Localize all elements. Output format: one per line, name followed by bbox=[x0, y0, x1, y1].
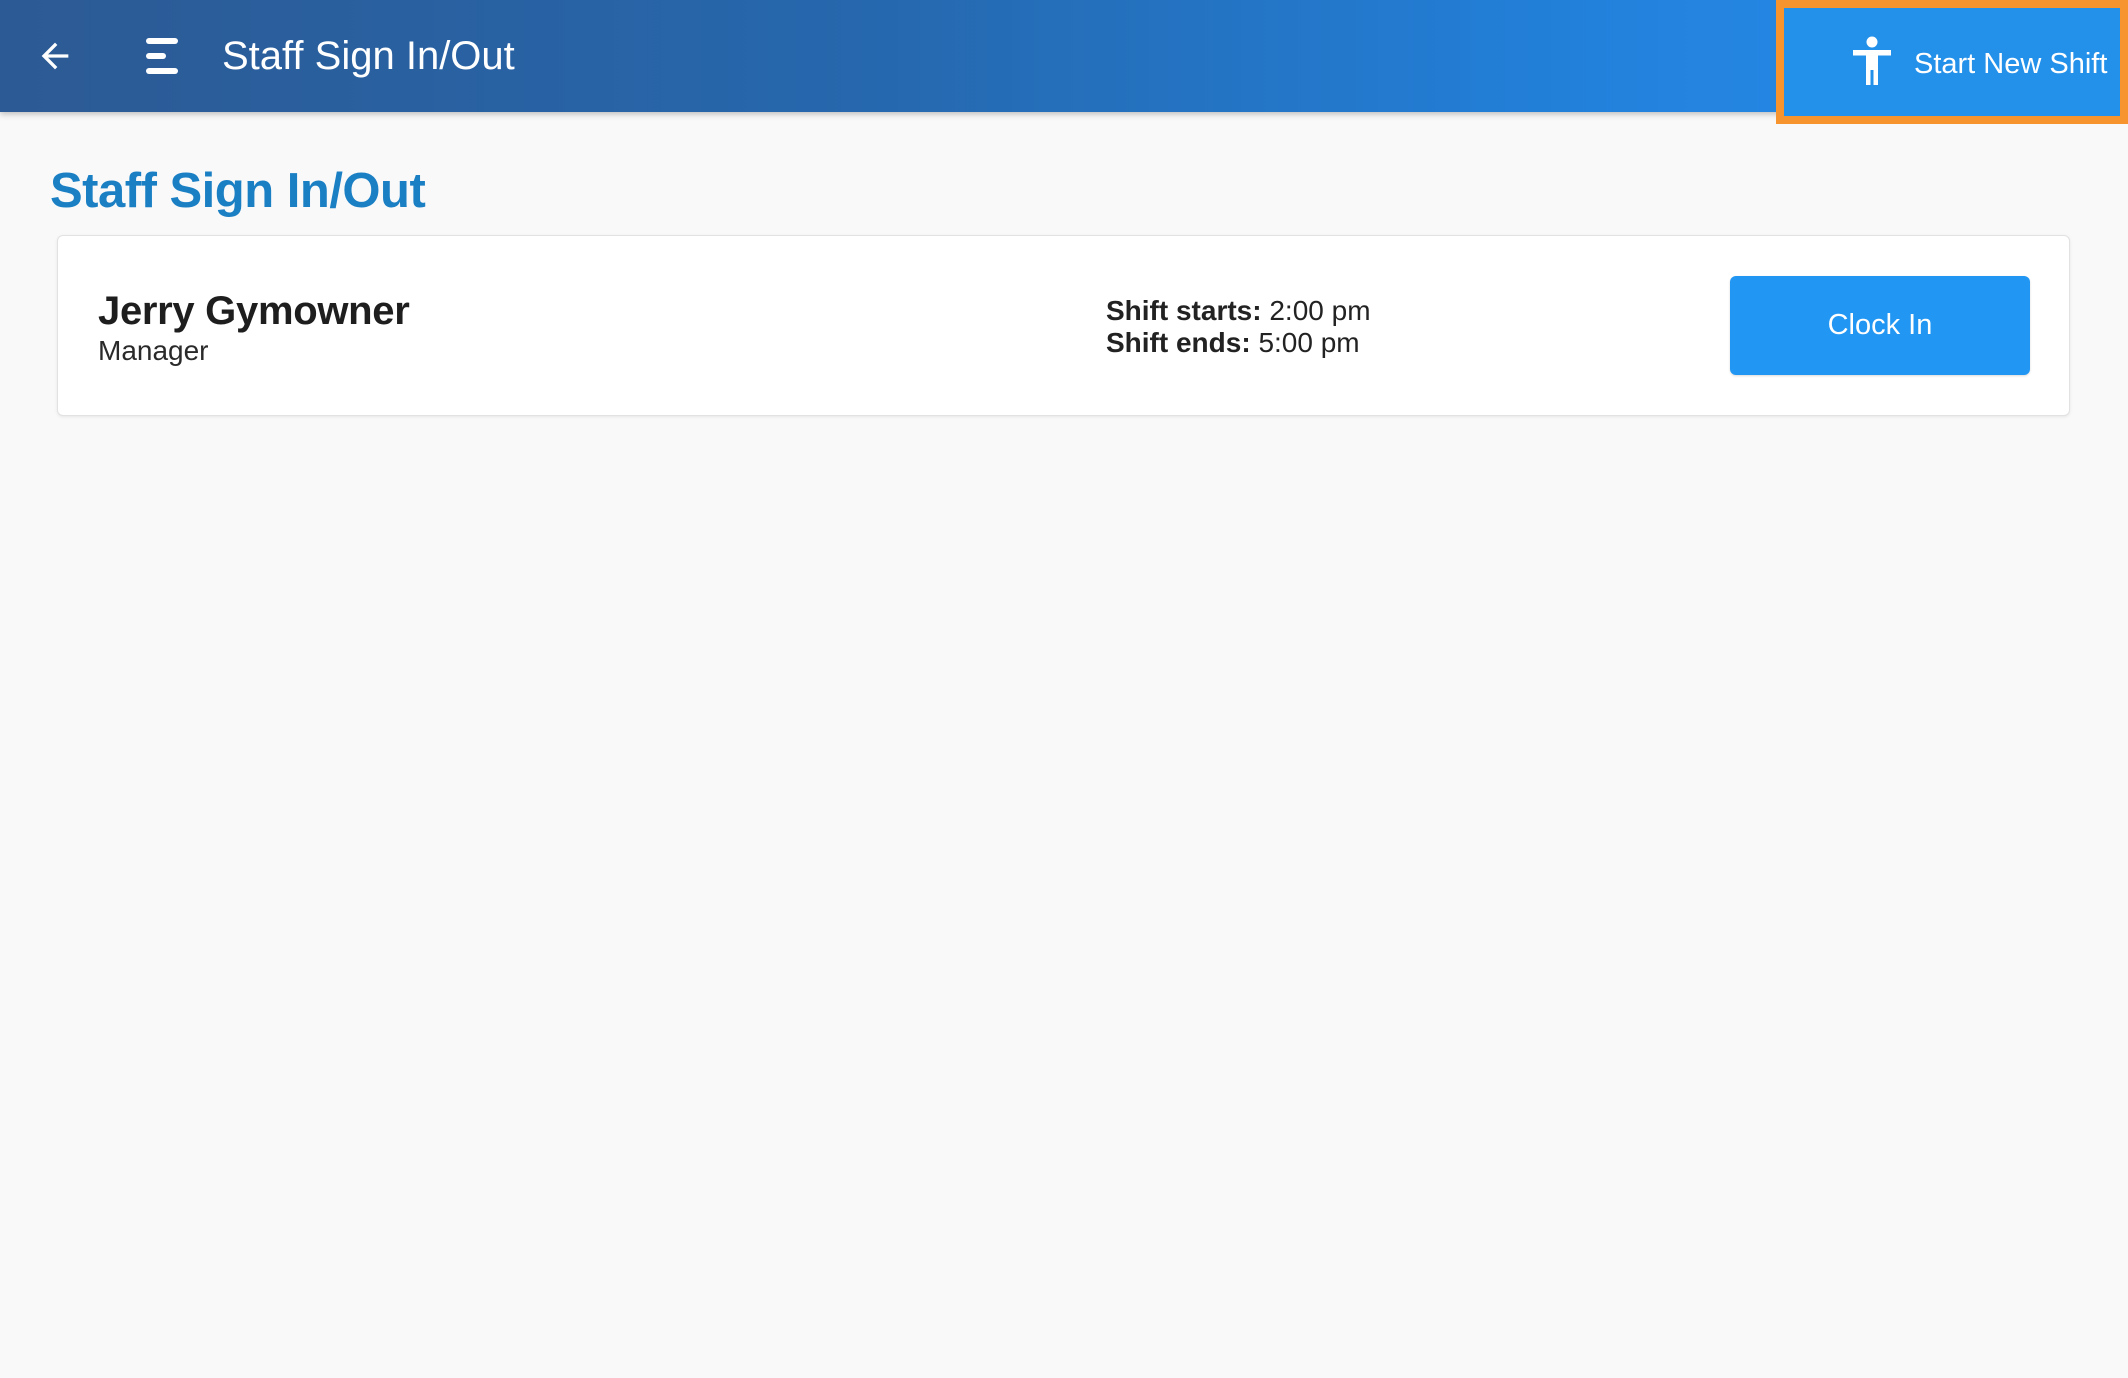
app-bar-title: Staff Sign In/Out bbox=[222, 34, 515, 78]
app-bar: Staff Sign In/Out Start New Shift bbox=[0, 0, 2128, 124]
staff-name: Jerry Gymowner bbox=[98, 289, 410, 333]
staff-card: Jerry Gymowner Manager Shift starts: 2:0… bbox=[57, 235, 2070, 416]
shift-end-label: Shift ends: bbox=[1106, 327, 1251, 358]
person-standing-icon bbox=[1853, 36, 1891, 85]
shift-end-value: 5:00 pm bbox=[1258, 327, 1360, 358]
clock-in-button[interactable]: Clock In bbox=[1730, 276, 2030, 375]
back-button[interactable] bbox=[30, 31, 80, 81]
page-title: Staff Sign In/Out bbox=[50, 164, 426, 218]
shift-end: Shift ends: 5:00 pm bbox=[1106, 326, 1360, 360]
menu-icon bbox=[146, 38, 178, 74]
staff-role: Manager bbox=[98, 335, 209, 366]
start-new-shift-label: Start New Shift bbox=[1914, 48, 2108, 80]
shift-start-label: Shift starts: bbox=[1106, 295, 1262, 326]
menu-button[interactable] bbox=[136, 30, 188, 82]
shift-start: Shift starts: 2:00 pm bbox=[1106, 294, 1371, 328]
arrow-left-icon bbox=[41, 42, 69, 70]
start-new-shift-button[interactable]: Start New Shift bbox=[1776, 0, 2128, 124]
shift-start-value: 2:00 pm bbox=[1269, 295, 1371, 326]
